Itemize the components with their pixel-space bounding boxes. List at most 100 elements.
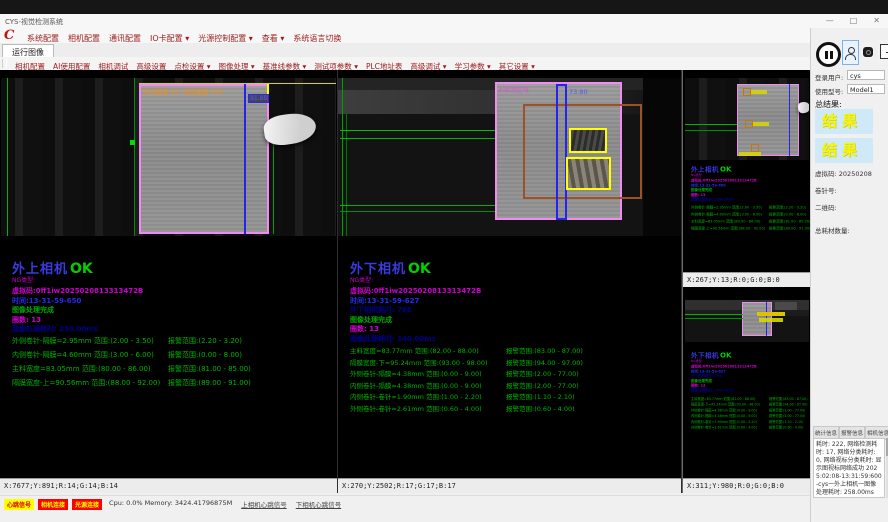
- status-badge: 心跳信号: [4, 499, 34, 510]
- toolbar: 相机配置AI使用配置相机调试高级设置点检设置 ▾图像处理 ▾基准线参数 ▾测试项…: [0, 57, 810, 71]
- app-window: CYS-视觉检测系统 — □ ✕ C 系统配置相机配置通讯配置IO卡配置 ▾光源…: [0, 0, 888, 522]
- result-row: 虚拟码:0ff1iw2025020813313472B: [350, 287, 670, 297]
- menu-item[interactable]: 相机配置: [68, 34, 100, 43]
- mini-camera-column: 外上相机OK NG类型: 虚拟码:0ff1iw2025020813313472B…: [682, 70, 811, 493]
- statistics-info-box[interactable]: 耗时: 222, 网络检测耗时: 17, 网络分类耗时: 0, 网络视标分类耗时…: [813, 438, 885, 498]
- blue-measure-rect: [556, 84, 567, 220]
- result-row: 时间:13-31-59-627: [350, 297, 670, 307]
- ok-status: OK: [70, 261, 93, 277]
- green-hline: [340, 138, 495, 139]
- ok-status: OK: [408, 261, 431, 277]
- ok-status: OK: [720, 352, 731, 360]
- result-row: 图像处理完成: [350, 316, 670, 326]
- defect-roi-2: [566, 157, 611, 190]
- result-row: 圈数: 13: [12, 316, 332, 326]
- mini-image-lower[interactable]: [685, 300, 809, 342]
- main-view-area: 91.88 平均阈值:93, 动态阈值:100 外上相机OK NG类型: 虚拟码…: [0, 70, 810, 493]
- measurement-list: 外侧卷针-隔膜=2.95mm 范围:(2.00 - 3.50)报警范围:(2.2…: [12, 336, 334, 392]
- measurement-row: 外侧卷针-隔膜=2.95mm 范围:(2.00 - 3.50)报警范围:(2.2…: [12, 336, 334, 350]
- minimize-icon[interactable]: —: [826, 16, 834, 25]
- mini-result-upper: 外上相机OK NG类型: 虚拟码:0ff1iw2025020813313472B…: [691, 164, 811, 233]
- result-rows: 虚拟码:0ff1iw2025020813313472B时间:13-31-59-6…: [350, 287, 670, 345]
- lens-icon: [863, 47, 873, 57]
- result-box-upper: 结果: [815, 109, 873, 134]
- model-field[interactable]: Model1: [847, 84, 885, 94]
- camera-title: 外下相机: [691, 352, 719, 360]
- pin-number-label: 卷针号:: [815, 185, 837, 195]
- blue-measure-line: [789, 84, 790, 156]
- anchor-box: [751, 144, 759, 152]
- camera-image-upper[interactable]: 91.88 平均阈值:93, 动态阈值:100: [1, 78, 336, 236]
- result-rows: 虚拟码:0ff1iw2025020813313472B时间:13-31-59-6…: [691, 365, 811, 394]
- measurement-row: 隔膜宽度-上=90.56mm 范围:(88.00 - 92.00)报警范围:(8…: [12, 378, 334, 392]
- heartbeat-link[interactable]: 上相机心跳信号: [241, 499, 287, 509]
- pause-button[interactable]: [816, 42, 841, 67]
- pixel-status-bar: X:267;Y:13;R:0;G:0;B:0: [683, 272, 811, 287]
- measurement-row: 外侧卷针-隔膜=4.38mm 范围:(0.00 - 9.00)报警范围:(2.0…: [350, 368, 672, 380]
- operator-button[interactable]: [842, 40, 859, 65]
- menu-item[interactable]: IO卡配置 ▾: [150, 34, 189, 43]
- result-row: 图像处理耗时: 140.00ms: [691, 388, 811, 393]
- menu-item[interactable]: 光源控制配置 ▾: [198, 34, 253, 43]
- maximize-icon[interactable]: □: [850, 16, 858, 25]
- pause-icon: [830, 51, 833, 59]
- logout-button[interactable]: [877, 40, 888, 63]
- pause-icon: [825, 51, 828, 59]
- result-row: 图像处理耗时: 256.00ms: [12, 325, 332, 335]
- measurement-list: 主料宽度=83.77mm 范围:(82.00 - 88.00)报警范围:(83.…: [350, 345, 672, 414]
- camera-title: 外上相机: [12, 262, 68, 277]
- result-row: 图像处理完成: [12, 306, 332, 316]
- material-count-label: 总耗材数量:: [815, 225, 850, 235]
- ng-type-label: NG类型:: [12, 277, 332, 284]
- exit-door-icon: [880, 44, 888, 59]
- menu-item[interactable]: 通讯配置: [109, 34, 141, 43]
- measurement-row: 主料宽度=83.05mm 范围:(80.00 - 86.00)报警范围:(81.…: [12, 364, 334, 378]
- pixel-status-bar: X:270;Y:2502;R:17;G:17;B:17: [338, 478, 681, 493]
- camera-title: 外上相机: [691, 166, 719, 174]
- gripper-object: [797, 101, 809, 114]
- right-green-line: [273, 136, 274, 234]
- result-row: 图像处理耗时: 256.00ms: [691, 198, 811, 203]
- footer-badges: 心跳信号相机连接光源连接: [0, 499, 102, 510]
- measurement-row: 外侧卷针-卷针=2.61mm 范围:(0.60 - 4.00)报警范围:(0.6…: [350, 403, 672, 415]
- login-user-field[interactable]: cys: [847, 70, 885, 80]
- menu-item[interactable]: 系统语言切换: [293, 34, 341, 43]
- close-icon[interactable]: ✕: [873, 16, 880, 25]
- pixel-status-bar: X:7677;Y:891;R:14;G:14;B:14: [0, 478, 337, 493]
- camera-mode-button[interactable]: [861, 42, 874, 61]
- ok-status: OK: [720, 166, 731, 174]
- top-yellow-line: [139, 83, 336, 84]
- ng-type-label: NG类型:: [691, 360, 811, 364]
- anchor-box: [745, 120, 753, 128]
- camera-image-lower[interactable]: AI检测区域 73.80: [338, 78, 681, 236]
- green-hline: [340, 211, 495, 212]
- green-hline: [685, 130, 737, 131]
- measurement-row: 内侧卷针-隔膜=4.38mm 范围:(0.00 - 9.00)报警范围:(2.0…: [350, 380, 672, 392]
- login-user-label: 登录用户:: [815, 72, 843, 82]
- measurement-row: 内侧卷针-卷针=1.90mm 范围:(1.00 - 2.20)报警范围:(1.1…: [350, 391, 672, 403]
- yellow-tick: [267, 84, 269, 94]
- menu-item[interactable]: 系统配置: [27, 34, 59, 43]
- cpu-memory-text: Cpu: 0.0% Memory: 3424.41796875M: [109, 499, 232, 507]
- mini-value-label: [757, 312, 785, 316]
- dark-zone: [643, 78, 681, 236]
- mini-value-label: [753, 122, 769, 126]
- baseline-green-line: [342, 78, 343, 236]
- status-footer: 心跳信号相机连接光源连接 Cpu: 0.0% Memory: 3424.4179…: [0, 495, 810, 522]
- menu-item[interactable]: 查看 ▾: [262, 34, 285, 43]
- green-hline: [685, 314, 743, 315]
- pixel-status-bar: X:311;Y:980;R:0;G:0;B:0: [683, 478, 811, 493]
- mini-image-upper[interactable]: [685, 78, 809, 160]
- heartbeat-link[interactable]: 下相机心跳信号: [296, 499, 342, 509]
- app-logo-icon: C: [4, 29, 18, 42]
- result-row: 圈数: 13: [350, 325, 670, 335]
- camera-panel-lower: AI检测区域 73.80 外下相机OK NG类型: 虚拟码:0ff1iw2025…: [338, 70, 682, 493]
- measurement-row: 主料宽度=83.77mm 范围:(82.00 - 88.00)报警范围:(83.…: [350, 345, 672, 357]
- result-block-lower: 外下相机OK NG类型: 虚拟码:0ff1iw2025020813313472B…: [350, 258, 670, 345]
- green-line: [346, 114, 347, 236]
- blue-measure-line: [244, 84, 246, 234]
- sidebar: 登录用户: cys 使用型号: Model1 总结果: 结果 结果 虚拟码: 2…: [810, 28, 888, 522]
- green-hline: [340, 205, 495, 206]
- ai-roi-label: AI检测区域: [499, 85, 529, 94]
- mini-result-lower: 外下相机OK NG类型: 虚拟码:0ff1iw2025020813313472B…: [691, 350, 811, 430]
